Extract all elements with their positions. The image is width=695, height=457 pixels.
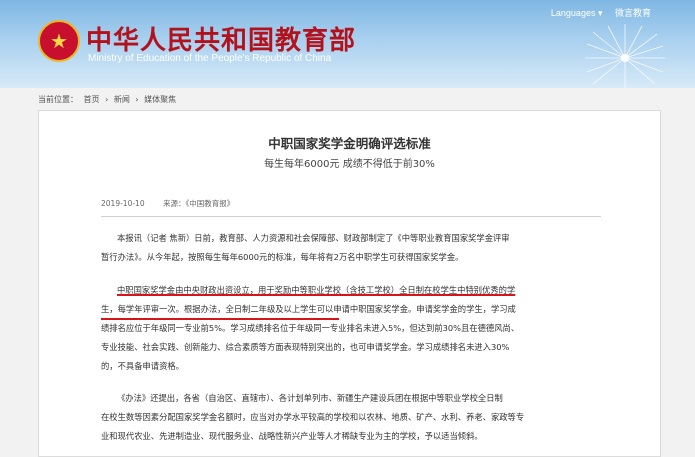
breadcrumb-separator: › — [135, 95, 139, 104]
breadcrumb-separator: › — [105, 95, 109, 104]
paragraph-line: 的，不具备申请资格。 — [101, 361, 184, 371]
top-nav: Languages ▾ 微言教育 — [541, 6, 651, 19]
paragraph-line: 《办法》还提出，各省（自治区、直辖市）、各计划单列市、新疆生产建设兵团在根据中等… — [117, 393, 503, 403]
article-subtitle: 每生每年6000元 成绩不得低于前30% — [264, 159, 435, 170]
paragraph-line: 在校生数等因素分配国家奖学金名额时，应当对办学水平较高的学校和以农林、地质、矿产… — [101, 412, 525, 422]
site-title[interactable]: 中华人民共和国教育部 — [86, 20, 356, 57]
breadcrumb: 当前位置： 首页 › 新闻 › 媒体聚焦 — [38, 94, 179, 105]
article-paragraph-2: 中职国家奖学金由中央财政出资设立，用于奖励中等职业学校（含技工学校）全日制在校学… — [101, 281, 601, 376]
site-header: ★ 中华人民共和国教育部 Ministry of Education of th… — [0, 0, 695, 88]
paragraph-line: 本报讯（记者 焦新）日前，教育部、人力资源和社会保障部、财政部制定了《中等职业教… — [117, 233, 510, 243]
article-source: 来源：《中国教育报》 — [162, 199, 235, 208]
article-card: 中职国家奖学金明确评选标准 每生每年6000元 成绩不得低于前30% 2019-… — [38, 110, 661, 457]
article-paragraph-1: 本报讯（记者 焦新）日前，教育部、人力资源和社会保障部、财政部制定了《中等职业教… — [101, 229, 601, 267]
breadcrumb-item-media[interactable]: 媒体聚焦 — [144, 95, 176, 104]
breadcrumb-item-home[interactable]: 首页 — [84, 95, 100, 104]
paragraph-line: 业和现代农业、先进制造业、现代服务业、战略性新兴产业等人才稀缺专业为主的学校，予… — [101, 431, 483, 441]
article-date: 2019-10-10 — [101, 199, 145, 208]
breadcrumb-item-news[interactable]: 新闻 — [114, 95, 130, 104]
highlighted-line: 中职国家奖学金由中央财政出资设立，用于奖励中等职业学校（含技工学校）全日制在校学… — [117, 285, 516, 295]
site-title-english: Ministry of Education of the People's Re… — [88, 53, 332, 64]
dandelion-decoration-icon — [585, 24, 665, 88]
weiyan-education-link[interactable]: 微言教育 — [615, 8, 651, 18]
paragraph-line: 绩排名应位于年级同一专业前5%。学习成绩排名位于年级同一专业排名未进入5%，但达… — [101, 323, 520, 333]
article-paragraph-3: 《办法》还提出，各省（自治区、直辖市）、各计划单列市、新疆生产建设兵团在根据中等… — [101, 389, 601, 446]
article-title: 中职国家奖学金明确评选标准 — [268, 136, 431, 151]
paragraph-line: 专业技能、社会实践、创新能力、综合素质等方面表现特别突出的，也可申请奖学金。学习… — [101, 342, 510, 352]
article-meta: 2019-10-10 来源：《中国教育报》 — [101, 198, 601, 217]
paragraph-line: 暂行办法》。从今年起，按照每生每年6000元的标准，每年将有2万名中职学生可获得… — [101, 252, 464, 262]
paragraph-line: 生，每学年评审一次。根据办法，全日制二年级及以上学生可以申请中职国家奖学金。申请… — [101, 304, 516, 314]
breadcrumb-label: 当前位置： — [38, 95, 78, 104]
national-emblem-icon[interactable]: ★ — [38, 20, 80, 62]
languages-link[interactable]: Languages ▾ — [551, 8, 603, 18]
highlight-underline — [101, 318, 339, 320]
